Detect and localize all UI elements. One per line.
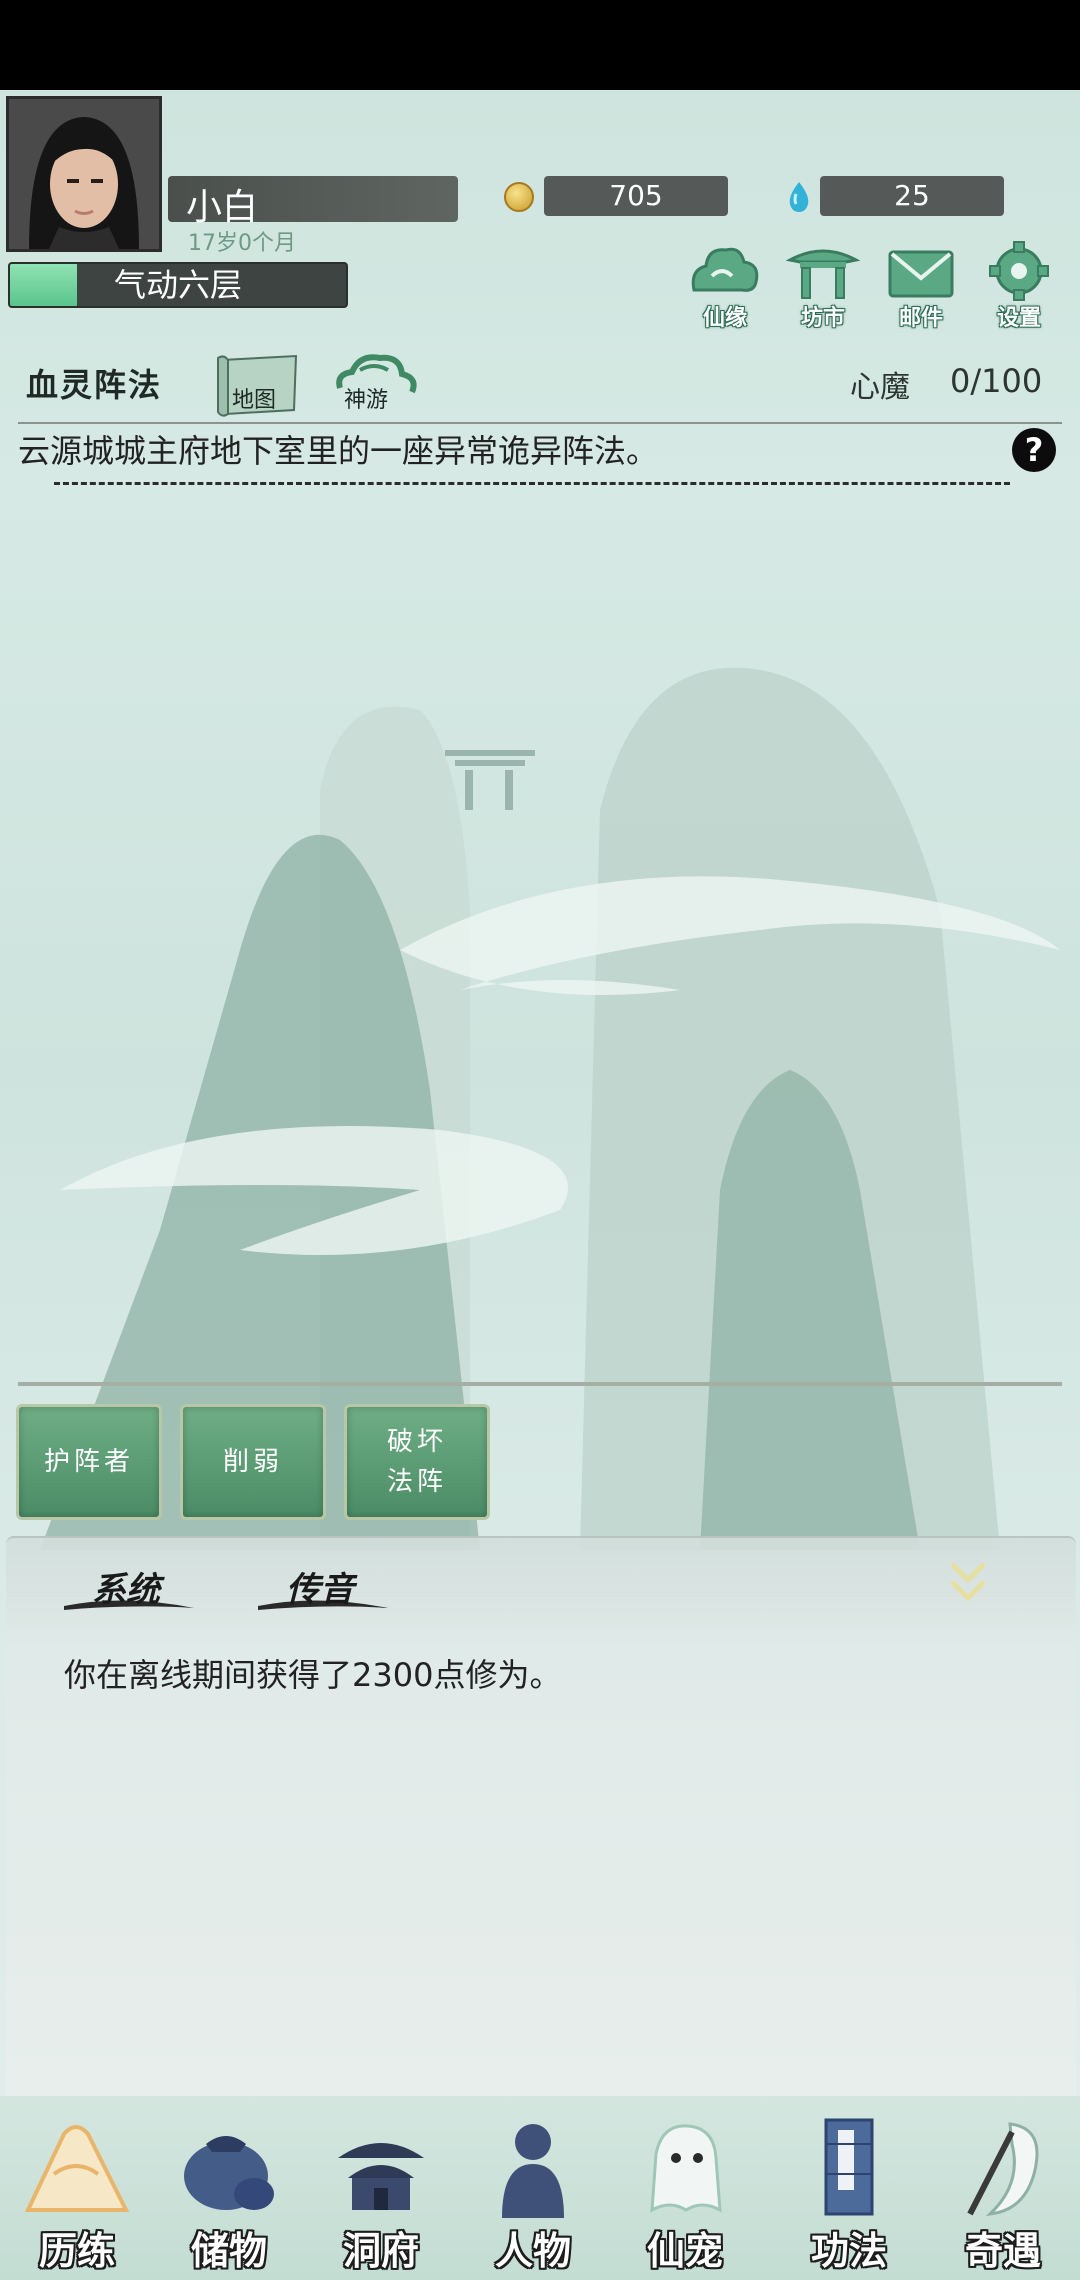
heart-demon-value: 0/100 <box>950 362 1043 400</box>
spirit-stone-icon <box>789 182 809 212</box>
scroll-book-icon <box>824 2118 874 2216</box>
nav-storage-label: 储物 <box>190 2228 267 2273</box>
coin-icon <box>504 182 534 212</box>
app-screen: 小白 17岁0个月 705 25 气动六层 仙缘 坊市 邮件 设置 血灵阵法 地… <box>0 90 1080 2280</box>
top-menu: 仙缘 坊市 邮件 设置 <box>682 240 1062 332</box>
scenery-background <box>0 390 1080 1550</box>
settings-button[interactable]: 设置 <box>976 240 1062 332</box>
player-age: 17岁0个月 <box>188 231 296 256</box>
heart-demon-label: 心魔 <box>850 370 910 405</box>
chevron-down-icon[interactable] <box>946 1558 990 1608</box>
mail-icon <box>888 250 954 298</box>
coin-count: 705 <box>544 176 728 216</box>
divider <box>18 422 1062 424</box>
realm-progress-bar: 气动六层 <box>8 262 348 308</box>
map-button[interactable]: 地图 <box>214 352 304 418</box>
nav-storage[interactable]: 储物 <box>154 2108 304 2278</box>
nav-cave[interactable]: 洞府 <box>306 2108 456 2278</box>
crane-icon <box>967 2122 1039 2217</box>
mail-button[interactable]: 邮件 <box>878 240 964 332</box>
mountain-icon <box>24 2125 130 2212</box>
spirit-stone-count: 25 <box>820 176 1004 216</box>
nav-character[interactable]: 人物 <box>458 2108 608 2278</box>
help-button[interactable]: ? <box>1012 428 1056 472</box>
message-log-panel <box>6 1536 1076 2106</box>
guardian-button[interactable]: 护阵者 <box>16 1404 162 1520</box>
nav-character-label: 人物 <box>494 2228 571 2273</box>
market-label: 坊市 <box>800 306 845 331</box>
cloud-icon <box>691 247 759 292</box>
nav-cave-label: 洞府 <box>342 2228 419 2273</box>
travel-label: 神游 <box>344 388 389 413</box>
location-title: 血灵阵法 <box>26 366 163 404</box>
nav-pet[interactable]: 仙宠 <box>610 2108 760 2278</box>
location-description: 云源城城主府地下室里的一座异常诡异阵法。 <box>18 432 659 470</box>
map-label: 地图 <box>232 388 277 413</box>
status-bar <box>0 0 1080 90</box>
bottom-navigation: 历练 储物 洞府 人物 仙宠 功法 奇遇 <box>0 2096 1080 2280</box>
log-message: 你在离线期间获得了2300点修为。 <box>64 1656 562 1694</box>
pouch-icon <box>184 2136 274 2210</box>
nav-techniques-label: 功法 <box>810 2228 887 2273</box>
player-avatar[interactable] <box>6 96 162 252</box>
tab-system-label: 系统 <box>92 1570 160 1610</box>
dashed-divider <box>54 482 1010 485</box>
destroy-formation-button[interactable]: 破坏 法阵 <box>344 1404 490 1520</box>
player-name: 小白 <box>186 187 259 228</box>
tab-system[interactable]: 系统 <box>64 1560 194 1614</box>
destroy-formation-line2: 法阵 <box>386 1467 447 1497</box>
realm-label: 气动六层 <box>113 266 242 304</box>
ghost-pet-icon <box>650 2124 722 2213</box>
tab-chat-label: 传音 <box>286 1570 354 1610</box>
xianyuan-label: 仙缘 <box>702 306 747 331</box>
travel-button[interactable]: 神游 <box>330 348 420 418</box>
action-buttons: 护阵者 削弱 破坏 法阵 <box>16 1404 490 1520</box>
nav-adventure[interactable]: 奇遇 <box>928 2108 1078 2278</box>
tab-chat[interactable]: 传音 <box>258 1560 388 1614</box>
pavilion-icon <box>786 249 860 299</box>
divider <box>18 1382 1062 1386</box>
nav-training[interactable]: 历练 <box>2 2108 152 2278</box>
destroy-formation-line1: 破坏 <box>386 1427 447 1457</box>
market-button[interactable]: 坊市 <box>780 240 866 332</box>
settings-label: 设置 <box>996 306 1041 331</box>
nav-training-label: 历练 <box>38 2228 115 2273</box>
mail-label: 邮件 <box>898 306 943 331</box>
nav-pet-label: 仙宠 <box>646 2228 723 2273</box>
nav-adventure-label: 奇遇 <box>964 2228 1041 2273</box>
nav-techniques[interactable]: 功法 <box>774 2108 924 2278</box>
weaken-button[interactable]: 削弱 <box>180 1404 326 1520</box>
palace-icon <box>338 2143 424 2210</box>
person-icon <box>502 2124 564 2218</box>
xianyuan-button[interactable]: 仙缘 <box>682 240 768 332</box>
gear-icon <box>989 241 1049 301</box>
